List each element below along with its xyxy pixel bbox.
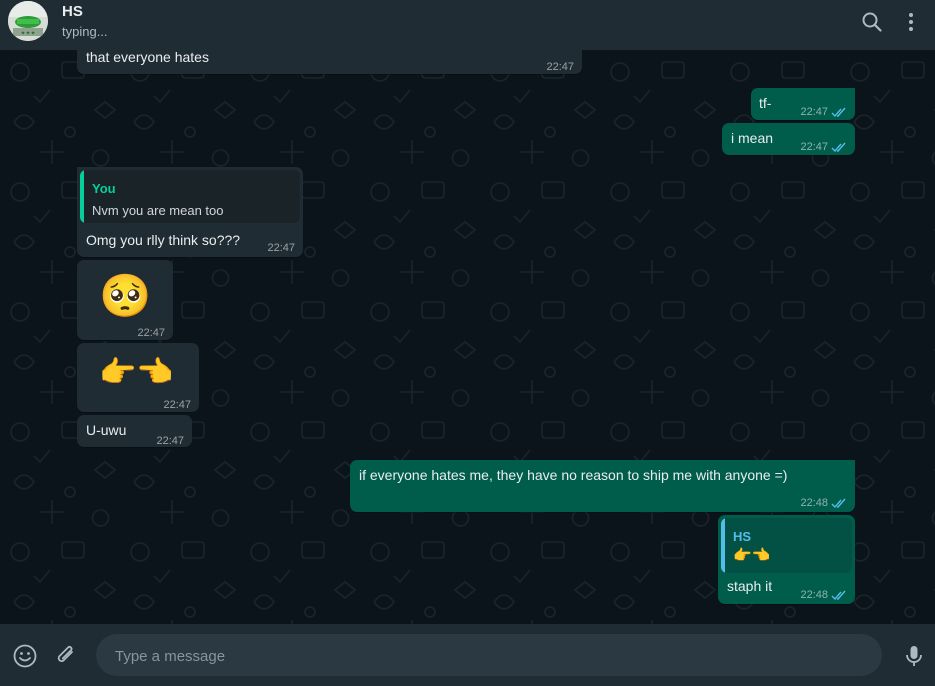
timestamp: 22:47 <box>156 435 184 447</box>
quote-author: HS <box>733 529 752 544</box>
quote-author: You <box>92 181 116 196</box>
contact-avatar[interactable]: ✦✦✦ <box>8 1 48 41</box>
emoji-icon[interactable] <box>12 643 38 669</box>
message-bubble-incoming-emoji[interactable]: 👉👈 22:47 <box>77 343 199 412</box>
message-bubble-incoming[interactable]: U-uwu 22:47 <box>77 415 192 447</box>
message-text: if everyone hates me, they have no reaso… <box>359 467 788 483</box>
message-time: 22:47 <box>137 324 165 343</box>
chat-header: ✦✦✦ HS typing... <box>0 0 935 50</box>
message-meta: 22:48 <box>800 586 847 605</box>
message-text: i mean <box>731 130 774 146</box>
message-time: 22:47 <box>163 396 191 415</box>
message-meta: 22:47 <box>800 138 847 157</box>
composer-bar <box>0 624 935 686</box>
message-time: 22:47 <box>267 239 295 258</box>
pointing-fingers-emoji: 👉👈 <box>99 356 174 389</box>
timestamp: 22:47 <box>137 327 165 339</box>
message-bubble-outgoing-reply[interactable]: HS 👉👈 staph it 22:48 <box>718 515 855 604</box>
quote-accent-bar <box>80 170 84 223</box>
timestamp: 22:47 <box>267 242 295 254</box>
read-ticks-icon <box>831 590 846 601</box>
quote-text: 👉👈 <box>733 547 771 564</box>
message-text: that everyone hates <box>86 50 209 65</box>
message-text: tf- <box>759 95 772 111</box>
message-input-container[interactable] <box>96 634 882 678</box>
message-bubble-outgoing[interactable]: i mean 22:47 <box>722 123 855 155</box>
timestamp: 22:47 <box>546 61 574 73</box>
message-list[interactable]: that everyone hates 22:47 tf- 22:47 i me… <box>0 50 935 624</box>
quoted-message[interactable]: HS 👉👈 <box>721 518 852 573</box>
read-ticks-icon <box>831 142 846 153</box>
typing-status: typing... <box>62 24 108 39</box>
read-ticks-icon <box>831 498 846 509</box>
message-bubble-outgoing[interactable]: if everyone hates me, they have no reaso… <box>350 460 855 512</box>
search-icon[interactable] <box>860 10 884 34</box>
timestamp: 22:48 <box>800 497 828 509</box>
message-bubble-incoming-emoji[interactable]: 🥺 22:47 <box>77 260 173 340</box>
quote-accent-bar <box>721 518 725 573</box>
message-text: U-uwu <box>86 422 127 438</box>
quoted-message[interactable]: You Nvm you are mean too <box>80 170 300 223</box>
timestamp: 22:48 <box>800 589 828 601</box>
message-bubble-incoming-reply[interactable]: You Nvm you are mean too Omg you rlly th… <box>77 167 303 257</box>
message-bubble-incoming[interactable]: that everyone hates 22:47 <box>77 50 582 74</box>
message-time: 22:47 <box>546 58 574 77</box>
message-time: 22:47 <box>156 432 184 451</box>
microphone-icon[interactable] <box>901 643 927 669</box>
menu-icon[interactable] <box>899 10 923 34</box>
message-bubble-outgoing[interactable]: tf- 22:47 <box>751 88 855 120</box>
message-meta: 22:48 <box>800 494 847 513</box>
message-meta: 22:47 <box>800 103 847 122</box>
contact-name[interactable]: HS <box>62 3 83 20</box>
message-text: Omg you rlly think so??? <box>86 232 241 248</box>
read-ticks-icon <box>831 107 846 118</box>
paperclip-icon[interactable] <box>53 643 79 669</box>
message-text: staph it <box>727 578 773 594</box>
svg-text:✦✦✦: ✦✦✦ <box>20 30 35 37</box>
pleading-face-emoji: 🥺 <box>99 272 152 319</box>
timestamp: 22:47 <box>800 106 828 118</box>
quote-text: Nvm you are mean too <box>92 203 224 218</box>
message-input[interactable] <box>113 634 857 678</box>
timestamp: 22:47 <box>800 141 828 153</box>
timestamp: 22:47 <box>163 399 191 411</box>
